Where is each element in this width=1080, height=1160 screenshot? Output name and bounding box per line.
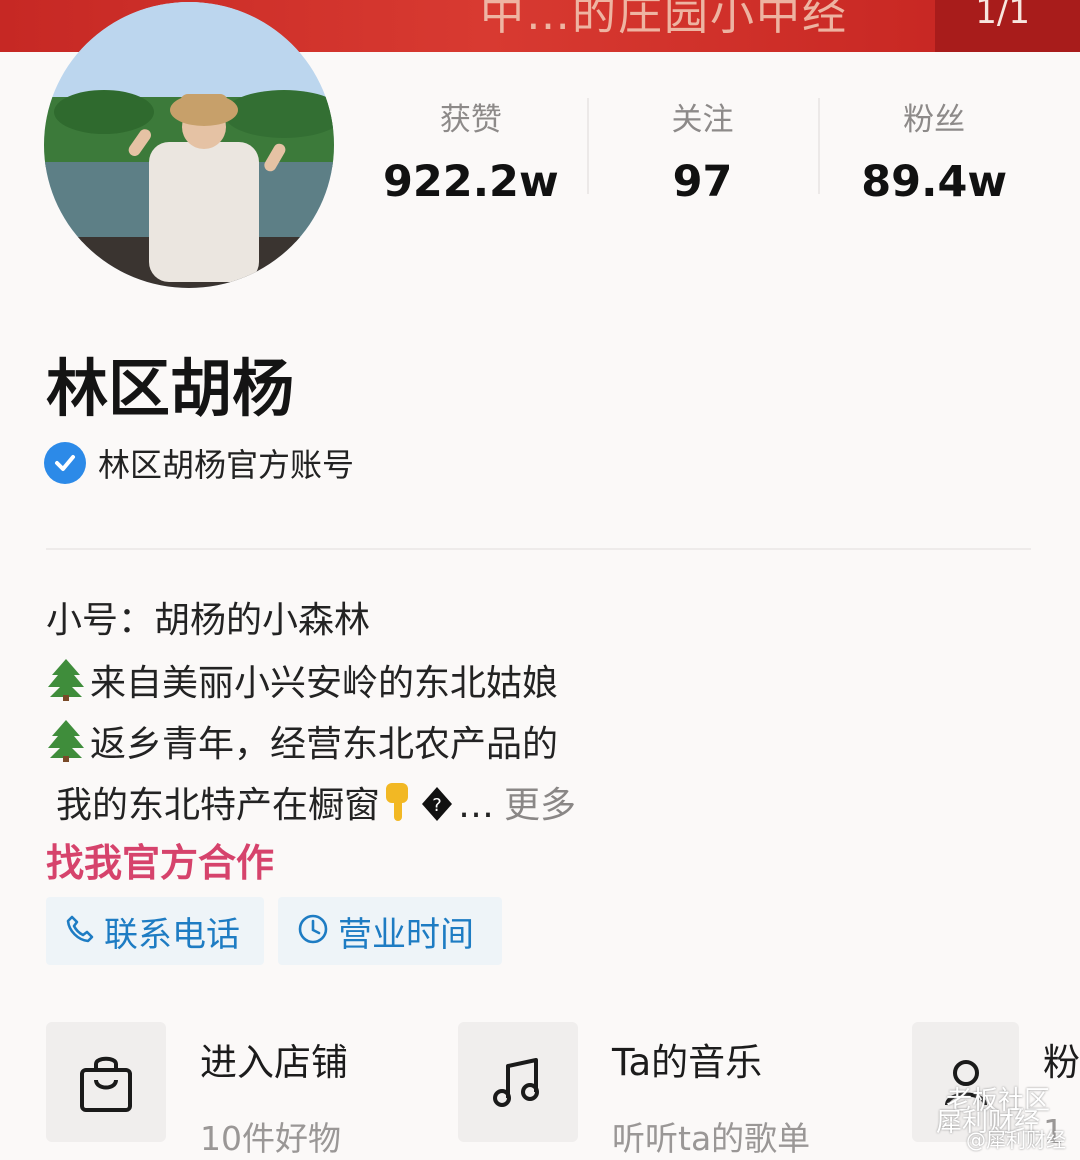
profile-bio[interactable]: 小号：胡杨的小森林 来自美丽小兴安岭的东北姑娘 返乡青年，经营东北农产品的 我的…	[46, 590, 576, 834]
contact-phone-button[interactable]: 联系电话	[46, 897, 264, 965]
music-card-text: Ta的音乐 听听ta的歌单	[612, 1022, 810, 1158]
shopping-bag-icon	[80, 1056, 132, 1112]
official-cooperation-link[interactable]: 找我官方合作	[46, 832, 274, 887]
business-hours-button[interactable]: 营业时间	[278, 897, 502, 965]
shop-icon-box	[46, 1022, 166, 1142]
stat-followers-value: 89.4w	[861, 157, 1008, 207]
verified-badge-row: 林区胡杨官方账号	[44, 440, 354, 486]
shop-card-text: 进入店铺 10件好物	[200, 1022, 348, 1158]
profile-nickname: 林区胡杨	[46, 352, 295, 425]
stat-likes[interactable]: 获赞 922.2w	[355, 92, 587, 207]
bio-line-3-text: 返乡青年，经营东北农产品的	[90, 724, 559, 765]
shop-card-title: 进入店铺	[200, 1041, 348, 1084]
clock-icon	[296, 912, 330, 950]
avatar-photo	[44, 2, 334, 288]
music-entry-card[interactable]: Ta的音乐 听听ta的歌单	[458, 1022, 810, 1158]
bio-line-1: 小号：胡杨的小森林	[46, 600, 371, 641]
stat-followers-label: 粉丝	[903, 102, 966, 138]
music-card-title: Ta的音乐	[612, 1041, 763, 1084]
bio-line-4: 我的东北特产在橱窗 ? … 更多	[46, 773, 576, 834]
bio-more-link[interactable]: 更多	[504, 785, 576, 826]
tree-icon	[46, 718, 90, 781]
stat-following-value: 97	[672, 157, 733, 207]
stats-bar: 获赞 922.2w 关注 97 粉丝 89.4w	[355, 92, 1050, 207]
music-icon-box	[458, 1022, 578, 1142]
stat-following[interactable]: 关注 97	[586, 92, 819, 207]
contact-phone-label: 联系电话	[104, 914, 240, 955]
svg-text:?: ?	[432, 795, 442, 816]
stat-likes-value: 922.2w	[382, 157, 559, 207]
pointing-down-icon	[380, 779, 420, 842]
tree-icon	[46, 657, 90, 720]
replacement-char-icon: ?	[420, 781, 458, 842]
verified-check-icon	[44, 442, 86, 484]
watermark-line-3: @犀利财经	[966, 1128, 1066, 1152]
shop-card-sub: 10件好物	[200, 1119, 341, 1158]
banner-page-index: 1/1	[975, 0, 1030, 32]
fans-card-title: 粉	[1043, 1041, 1080, 1084]
bio-line-4-text: 我的东北特产在橱窗	[56, 785, 381, 826]
banner-counter-area: 1/1	[935, 0, 1080, 52]
stat-likes-label: 获赞	[439, 102, 502, 138]
bio-ellipsis: …	[458, 785, 495, 826]
divider	[46, 548, 1031, 550]
business-hours-label: 营业时间	[338, 914, 474, 955]
avatar[interactable]	[44, 2, 334, 288]
music-note-icon	[493, 1058, 539, 1107]
phone-icon	[64, 913, 96, 949]
bio-line-3: 返乡青年，经营东北农产品的	[46, 712, 576, 773]
banner-text: 中…的庄园小中经	[480, 0, 848, 40]
verified-text: 林区胡杨官方账号	[98, 446, 355, 484]
bio-line-2-text: 来自美丽小兴安岭的东北姑娘	[90, 663, 559, 704]
stat-following-label: 关注	[671, 102, 734, 138]
shop-entry-card[interactable]: 进入店铺 10件好物	[46, 1022, 348, 1158]
bio-line-2: 来自美丽小兴安岭的东北姑娘	[46, 651, 576, 712]
music-card-sub: 听听ta的歌单	[612, 1119, 811, 1158]
stat-followers[interactable]: 粉丝 89.4w	[818, 92, 1050, 207]
